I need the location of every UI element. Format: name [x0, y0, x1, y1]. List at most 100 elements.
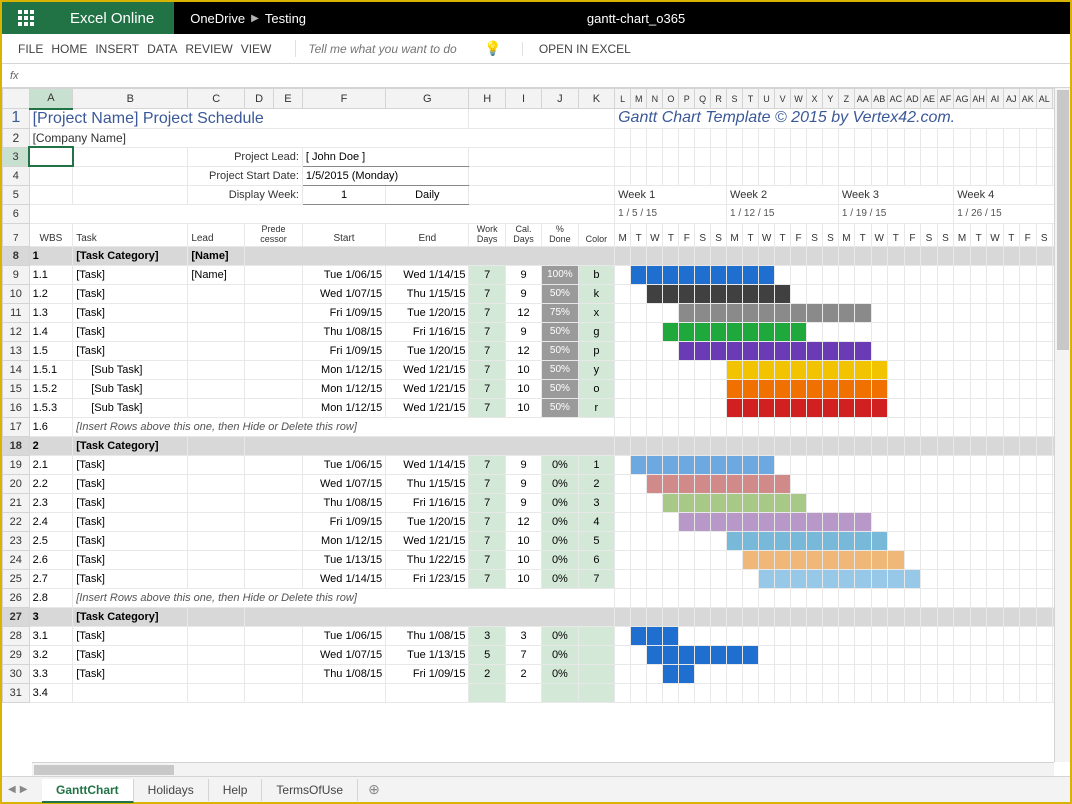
- task-cell[interactable]: [Task]: [73, 322, 188, 341]
- gantt-cell[interactable]: [775, 398, 791, 417]
- gantt-cell[interactable]: [1036, 569, 1052, 588]
- breadcrumb-folder[interactable]: Testing: [265, 11, 306, 26]
- col-header[interactable]: M: [631, 89, 647, 109]
- pred-cell[interactable]: [245, 379, 303, 398]
- gantt-cell[interactable]: [615, 626, 631, 645]
- gantt-cell[interactable]: [647, 645, 663, 664]
- gantt-cell[interactable]: [1003, 322, 1019, 341]
- gantt-cell[interactable]: [631, 455, 647, 474]
- gantt-cell[interactable]: [987, 322, 1003, 341]
- start-cell[interactable]: Wed 1/07/15: [302, 645, 385, 664]
- company-name[interactable]: [Company Name]: [29, 128, 615, 147]
- gantt-cell[interactable]: [743, 493, 759, 512]
- gantt-cell[interactable]: [1003, 284, 1019, 303]
- gantt-cell[interactable]: [1003, 550, 1019, 569]
- start-cell[interactable]: Thu 1/08/15: [302, 322, 385, 341]
- gantt-cell[interactable]: [970, 531, 987, 550]
- gantt-cell[interactable]: [807, 360, 823, 379]
- gantt-cell[interactable]: [921, 512, 938, 531]
- freq-value[interactable]: Daily: [386, 185, 469, 204]
- sheet-tab-termsofuse[interactable]: TermsOfUse: [262, 779, 358, 801]
- gantt-cell[interactable]: [807, 398, 823, 417]
- col-header[interactable]: H: [469, 89, 505, 109]
- lead-value[interactable]: [ John Doe ]: [302, 147, 469, 166]
- gantt-cell[interactable]: [1036, 322, 1052, 341]
- gantt-cell[interactable]: [758, 341, 774, 360]
- gantt-cell[interactable]: [921, 664, 938, 683]
- gantt-cell[interactable]: [954, 664, 971, 683]
- gantt-cell[interactable]: [921, 569, 938, 588]
- week-date[interactable]: 1 / 26 / 15: [954, 204, 1070, 223]
- gantt-cell[interactable]: [711, 493, 727, 512]
- gantt-cell[interactable]: [743, 683, 759, 702]
- start-cell[interactable]: Tue 1/13/15: [302, 550, 385, 569]
- gantt-cell[interactable]: [937, 569, 953, 588]
- gantt-cell[interactable]: [921, 455, 938, 474]
- gantt-cell[interactable]: [854, 493, 871, 512]
- lead-cell[interactable]: [188, 664, 245, 683]
- work-cell[interactable]: 7: [469, 284, 505, 303]
- end-cell[interactable]: Tue 1/20/15: [386, 512, 469, 531]
- gantt-cell[interactable]: [807, 493, 823, 512]
- gantt-cell[interactable]: [970, 474, 987, 493]
- gantt-cell[interactable]: [838, 531, 854, 550]
- gantt-cell[interactable]: [647, 626, 663, 645]
- gantt-cell[interactable]: [758, 683, 774, 702]
- gantt-cell[interactable]: [954, 284, 971, 303]
- color-cell[interactable]: 1: [578, 455, 614, 474]
- start-cell[interactable]: Wed 1/07/15: [302, 474, 385, 493]
- cal-cell[interactable]: 10: [505, 531, 541, 550]
- row-header[interactable]: 17: [3, 417, 30, 436]
- cal-cell[interactable]: 12: [505, 341, 541, 360]
- gantt-cell[interactable]: [888, 512, 905, 531]
- lead-cell[interactable]: [188, 379, 245, 398]
- start-cell[interactable]: Thu 1/08/15: [302, 664, 385, 683]
- gantt-cell[interactable]: [822, 360, 838, 379]
- gantt-cell[interactable]: [743, 474, 759, 493]
- gantt-cell[interactable]: [954, 322, 971, 341]
- gantt-cell[interactable]: [647, 474, 663, 493]
- pred-cell[interactable]: [245, 284, 303, 303]
- gantt-cell[interactable]: [904, 265, 921, 284]
- gantt-cell[interactable]: [807, 455, 823, 474]
- gantt-cell[interactable]: [695, 341, 711, 360]
- col-header[interactable]: N: [647, 89, 663, 109]
- gantt-cell[interactable]: [615, 398, 631, 417]
- gantt-cell[interactable]: [937, 512, 953, 531]
- color-cell[interactable]: [578, 626, 614, 645]
- color-cell[interactable]: 2: [578, 474, 614, 493]
- gantt-cell[interactable]: [838, 398, 854, 417]
- gantt-cell[interactable]: [775, 455, 791, 474]
- gantt-cell[interactable]: [647, 360, 663, 379]
- gantt-cell[interactable]: [854, 322, 871, 341]
- pred-cell[interactable]: [245, 512, 303, 531]
- row-header[interactable]: 18: [3, 436, 30, 455]
- gantt-cell[interactable]: [1036, 531, 1052, 550]
- gantt-cell[interactable]: [695, 303, 711, 322]
- gantt-cell[interactable]: [970, 550, 987, 569]
- lead-cell[interactable]: [188, 531, 245, 550]
- cal-cell[interactable]: 3: [505, 626, 541, 645]
- gantt-cell[interactable]: [631, 626, 647, 645]
- gantt-cell[interactable]: [822, 664, 838, 683]
- gantt-cell[interactable]: [854, 360, 871, 379]
- gantt-cell[interactable]: [1003, 626, 1019, 645]
- gantt-cell[interactable]: [807, 626, 823, 645]
- gantt-cell[interactable]: [888, 550, 905, 569]
- gantt-cell[interactable]: [1036, 455, 1052, 474]
- wbs-cell[interactable]: 3.4: [29, 683, 73, 702]
- work-cell[interactable]: 7: [469, 531, 505, 550]
- gantt-cell[interactable]: [711, 474, 727, 493]
- color-cell[interactable]: k: [578, 284, 614, 303]
- wbs-cell[interactable]: 2.2: [29, 474, 73, 493]
- cal-cell[interactable]: 9: [505, 284, 541, 303]
- vertical-scrollbar[interactable]: [1054, 88, 1070, 762]
- gantt-cell[interactable]: [970, 512, 987, 531]
- note-cell[interactable]: [Insert Rows above this one, then Hide o…: [73, 588, 615, 607]
- cal-cell[interactable]: 12: [505, 303, 541, 322]
- start-cell[interactable]: Tue 1/06/15: [302, 626, 385, 645]
- row-header[interactable]: 2: [3, 128, 30, 147]
- gantt-cell[interactable]: [854, 664, 871, 683]
- gantt-cell[interactable]: [631, 569, 647, 588]
- gantt-cell[interactable]: [888, 360, 905, 379]
